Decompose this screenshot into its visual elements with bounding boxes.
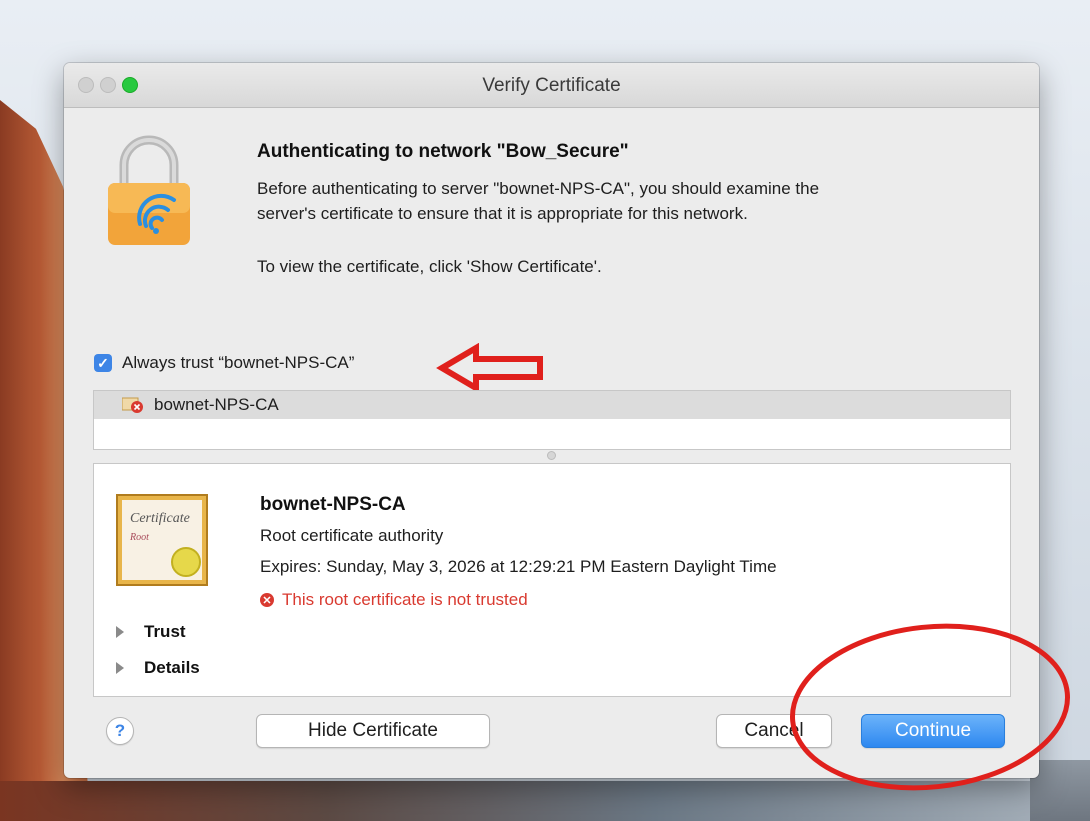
certificate-image-title: Certificate	[130, 511, 190, 526]
untrusted-warning-text: This root certificate is not trusted	[282, 590, 528, 609]
hide-certificate-button[interactable]: Hide Certificate	[256, 714, 490, 748]
untrusted-warning: ✕ This root certificate is not trusted	[260, 590, 528, 610]
trust-disclosure-label[interactable]: Trust	[144, 622, 186, 642]
window-title: Verify Certificate	[482, 75, 621, 96]
certificate-chain-label: bownet-NPS-CA	[154, 395, 279, 414]
annotation-circle-icon	[790, 623, 1070, 791]
help-button[interactable]: ?	[106, 717, 134, 745]
always-trust-checkbox[interactable]: ✓	[94, 354, 112, 372]
certificate-chain-list[interactable]: bownet-NPS-CA	[93, 390, 1011, 450]
dialog-heading: Authenticating to network "Bow_Secure"	[257, 141, 629, 162]
certificate-image-subtitle: Root	[129, 532, 149, 543]
certificate-name: bownet-NPS-CA	[260, 494, 406, 515]
pane-splitter[interactable]	[93, 448, 1011, 462]
disclosure-triangle-icon[interactable]	[116, 662, 124, 674]
description-line-2: server's certificate to ensure that it i…	[257, 204, 748, 223]
disclosure-triangle-icon[interactable]	[116, 626, 124, 638]
details-disclosure[interactable]: Details	[116, 658, 200, 678]
certificate-chain-item[interactable]: bownet-NPS-CA	[94, 391, 1010, 419]
certificate-expiration: Expires: Sunday, May 3, 2026 at 12:29:21…	[260, 557, 777, 576]
certificate-icon: Certificate Root	[116, 494, 208, 586]
trust-disclosure[interactable]: Trust	[116, 622, 186, 642]
error-icon: ✕	[260, 593, 274, 607]
certificate-type: Root certificate authority	[260, 526, 444, 545]
always-trust-checkbox-row[interactable]: ✓ Always trust “bownet-NPS-CA”	[94, 353, 354, 373]
untrusted-certificate-icon	[122, 397, 143, 413]
dialog-description: Before authenticating to server "bownet-…	[257, 176, 977, 226]
splitter-handle[interactable]	[547, 451, 556, 460]
details-disclosure-label[interactable]: Details	[144, 658, 200, 678]
always-trust-label[interactable]: Always trust “bownet-NPS-CA”	[122, 353, 354, 373]
annotation-arrow-icon	[436, 343, 543, 393]
title-bar: Verify Certificate	[64, 63, 1039, 108]
show-certificate-hint: To view the certificate, click 'Show Cer…	[257, 257, 602, 276]
description-line-1: Before authenticating to server "bownet-…	[257, 179, 820, 198]
wifi-lock-icon	[108, 135, 190, 245]
